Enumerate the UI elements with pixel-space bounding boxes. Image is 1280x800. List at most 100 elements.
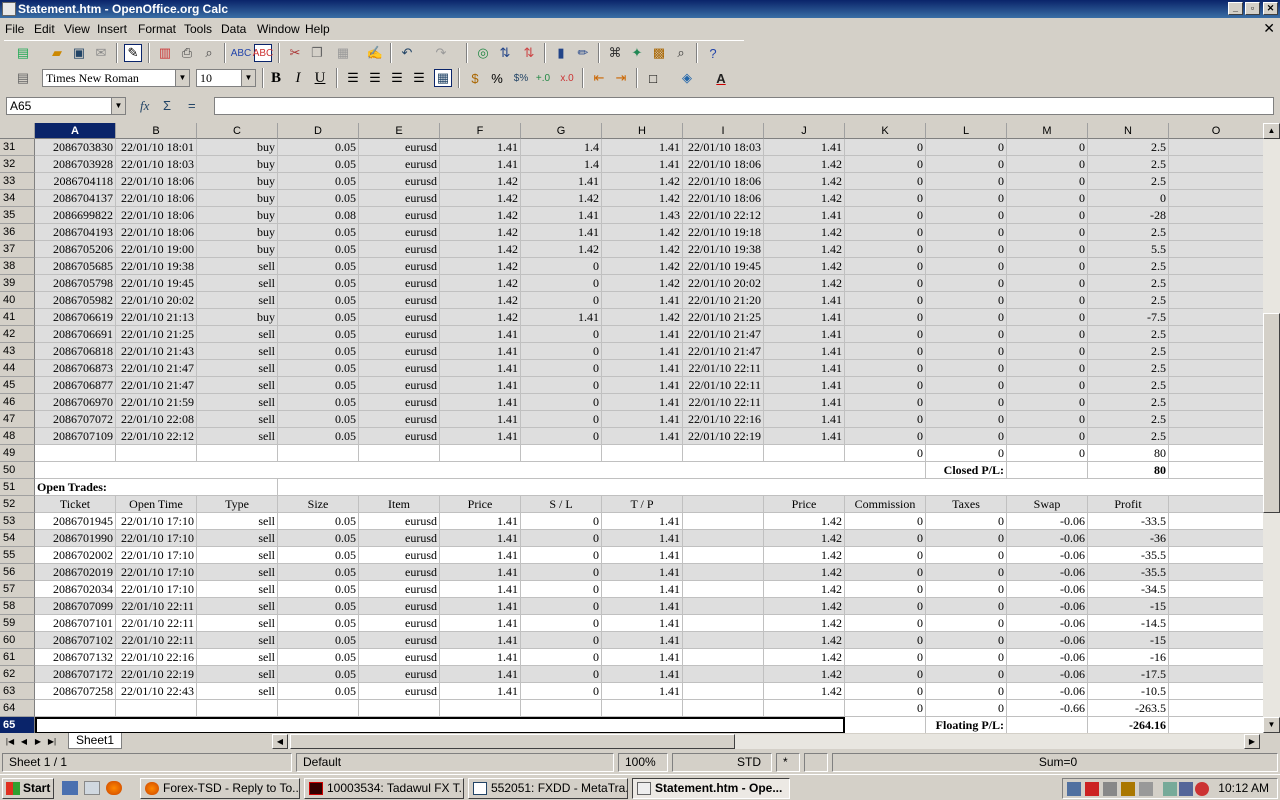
status-page-style[interactable]: Default [296, 753, 614, 772]
cell[interactable]: 0 [845, 394, 926, 411]
autospellcheck-icon[interactable]: ABC [253, 44, 273, 62]
column-title[interactable]: Commission [845, 496, 926, 513]
scroll-up-icon[interactable]: ▲ [1263, 123, 1280, 139]
percent-format-icon[interactable]: % [488, 69, 506, 87]
cell[interactable]: 0 [845, 241, 926, 258]
cell[interactable]: 2086701990 [35, 530, 116, 547]
cell[interactable] [1169, 666, 1263, 683]
cell[interactable]: 2086707109 [35, 428, 116, 445]
cell[interactable]: -35.5 [1088, 564, 1169, 581]
cell[interactable]: 0 [521, 598, 602, 615]
currency-format-icon[interactable]: $ [466, 69, 484, 87]
cell[interactable]: 1.41 [764, 394, 845, 411]
add-decimal-icon[interactable]: +.0 [534, 69, 552, 87]
printer-icon[interactable] [1139, 782, 1153, 796]
cell[interactable]: eurusd [359, 394, 440, 411]
first-sheet-icon[interactable]: |◀ [4, 735, 16, 748]
align-right-icon[interactable]: ☰ [388, 69, 406, 87]
cell[interactable]: 22/01/10 22:11 [116, 598, 197, 615]
cell[interactable]: 0 [1007, 275, 1088, 292]
cell[interactable]: 0 [845, 292, 926, 309]
cell[interactable]: 0 [1007, 139, 1088, 156]
cell[interactable]: -36 [1088, 530, 1169, 547]
cell[interactable]: 0 [521, 326, 602, 343]
cell[interactable]: 0.05 [278, 173, 359, 190]
cell[interactable]: eurusd [359, 156, 440, 173]
cut-icon[interactable]: ✂ [286, 44, 304, 62]
cell[interactable]: 0 [521, 530, 602, 547]
cell[interactable]: 2086702019 [35, 564, 116, 581]
cell[interactable]: 0 [521, 411, 602, 428]
cell[interactable]: 0 [926, 564, 1007, 581]
menu-edit[interactable]: Edit [34, 22, 55, 36]
cell[interactable]: 22/01/10 18:01 [116, 139, 197, 156]
cell[interactable]: 0.05 [278, 394, 359, 411]
cell[interactable]: -0.06 [1007, 564, 1088, 581]
cell[interactable]: 0.05 [278, 649, 359, 666]
cell[interactable] [1169, 530, 1263, 547]
row-header[interactable]: 53 [0, 513, 35, 530]
row-header[interactable]: 34 [0, 190, 35, 207]
cell[interactable] [1169, 173, 1263, 190]
cell[interactable]: 22/01/10 18:06 [683, 173, 764, 190]
closed-pl-value[interactable]: 80 [1088, 462, 1169, 479]
vertical-scroll-thumb[interactable] [1263, 313, 1280, 513]
cell[interactable]: 0.05 [278, 292, 359, 309]
cell[interactable]: 2.5 [1088, 394, 1169, 411]
column-title[interactable]: Ticket [35, 496, 116, 513]
cell[interactable]: 1.41 [602, 411, 683, 428]
cell[interactable] [683, 564, 764, 581]
cell[interactable]: 1.42 [602, 190, 683, 207]
cell[interactable]: 22/01/10 22:11 [116, 615, 197, 632]
cell[interactable]: 0 [926, 530, 1007, 547]
status-mode[interactable]: STD [672, 753, 772, 772]
cell[interactable]: 2.5 [1088, 258, 1169, 275]
cell[interactable] [1007, 462, 1088, 479]
column-title[interactable]: Swap [1007, 496, 1088, 513]
cell[interactable]: 1.41 [440, 632, 521, 649]
cell[interactable]: sell [197, 377, 278, 394]
cell[interactable]: 1.41 [440, 581, 521, 598]
cell[interactable]: 0 [1007, 292, 1088, 309]
cell[interactable]: 0 [1007, 394, 1088, 411]
cell[interactable]: 1.41 [521, 173, 602, 190]
page-preview-icon[interactable]: ⌕ [200, 44, 218, 62]
cell[interactable]: 22/01/10 22:08 [116, 411, 197, 428]
cell[interactable]: eurusd [359, 632, 440, 649]
cell[interactable]: -17.5 [1088, 666, 1169, 683]
cell[interactable]: 2.5 [1088, 156, 1169, 173]
row-header[interactable]: 42 [0, 326, 35, 343]
cell[interactable]: eurusd [359, 615, 440, 632]
styles-icon[interactable]: ▤ [14, 69, 32, 87]
column-header-h[interactable]: H [602, 123, 683, 139]
column-header-a[interactable]: A [35, 123, 116, 139]
connection-icon[interactable] [1179, 782, 1193, 796]
column-title[interactable]: S / L [521, 496, 602, 513]
cell[interactable]: eurusd [359, 683, 440, 700]
cell[interactable]: 0 [926, 241, 1007, 258]
cell[interactable] [359, 700, 440, 717]
cell[interactable]: eurusd [359, 326, 440, 343]
last-sheet-icon[interactable]: ▶| [46, 735, 58, 748]
cell[interactable]: 1.41 [602, 513, 683, 530]
cell[interactable]: 0 [521, 632, 602, 649]
cell[interactable] [116, 700, 197, 717]
cell[interactable]: 1.41 [602, 530, 683, 547]
cell[interactable]: 22/01/10 22:11 [683, 360, 764, 377]
cell[interactable]: 1.41 [764, 411, 845, 428]
cell[interactable]: -0.06 [1007, 666, 1088, 683]
cell[interactable]: 1.41 [440, 530, 521, 547]
cell[interactable]: -33.5 [1088, 513, 1169, 530]
cell[interactable]: sell [197, 326, 278, 343]
cell[interactable]: 0 [926, 411, 1007, 428]
menu-window[interactable]: Window [257, 22, 300, 36]
cell[interactable]: 22/01/10 22:43 [116, 683, 197, 700]
cell[interactable]: 2.5 [1088, 343, 1169, 360]
row-header[interactable]: 47 [0, 411, 35, 428]
redo-icon[interactable]: ↷ [432, 44, 450, 62]
cell[interactable]: 22/01/10 18:06 [116, 190, 197, 207]
cell[interactable]: 0 [845, 530, 926, 547]
show-desktop-icon[interactable] [62, 781, 78, 795]
cell[interactable]: 22/01/10 22:11 [116, 632, 197, 649]
chevron-down-icon[interactable]: ▼ [175, 70, 189, 86]
